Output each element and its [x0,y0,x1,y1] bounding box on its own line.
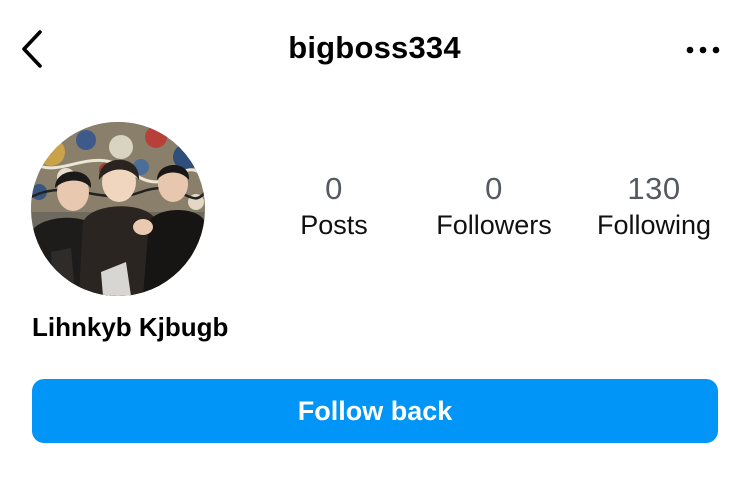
display-name: Lihnkyb Kjbugb [32,312,229,342]
stat-following-label: Following [596,210,712,240]
stat-posts[interactable]: 0 Posts [254,170,414,242]
follow-back-button[interactable]: Follow back [32,379,718,443]
stat-followers-count: 0 [485,171,503,206]
stat-followers[interactable]: 0 Followers [414,170,574,242]
avatar[interactable] [31,122,205,296]
profile-stats: 0 Posts 0 Followers 130 Following [254,170,749,250]
stat-following-count: 130 [627,171,681,206]
stat-posts-count: 0 [325,171,343,206]
stat-posts-label: Posts [300,210,368,240]
more-horizontal-icon [686,46,720,54]
profile-photo [31,122,205,296]
stat-followers-label: Followers [436,210,552,240]
profile-username: bigboss334 [288,30,461,65]
more-options-button[interactable] [673,30,733,70]
stat-following[interactable]: 130 Following [574,170,734,242]
